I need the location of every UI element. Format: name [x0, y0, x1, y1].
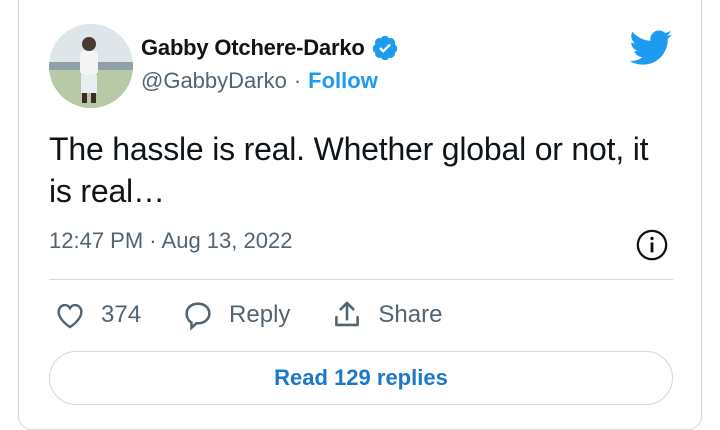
follow-button[interactable]: Follow — [308, 68, 378, 94]
tweet-time: 12:47 PM — [49, 228, 144, 253]
author-name-row: Gabby Otchere-Darko — [141, 34, 399, 62]
read-replies-button[interactable]: Read 129 replies — [49, 351, 673, 405]
timestamp-separator: · — [149, 228, 157, 253]
author-name[interactable]: Gabby Otchere-Darko — [141, 35, 365, 61]
handle-separator: · — [293, 68, 302, 93]
twitter-bird-icon[interactable] — [629, 30, 673, 66]
tweet-card: Gabby Otchere-Darko @GabbyDarko · Follow… — [18, 0, 702, 430]
like-button[interactable]: 374 — [53, 298, 141, 332]
tweet-actions: 374 Reply Share — [53, 298, 482, 332]
divider — [49, 279, 673, 280]
reply-label: Reply — [229, 301, 291, 328]
share-icon — [335, 301, 360, 327]
share-label: Share — [378, 301, 443, 328]
tweet-date: Aug 13, 2022 — [161, 228, 293, 253]
tweet-timestamp[interactable]: 12:47 PM · Aug 13, 2022 — [49, 228, 292, 254]
heart-icon — [57, 303, 83, 329]
verified-badge-icon — [371, 34, 399, 62]
reply-icon — [185, 302, 211, 331]
tweet-text: The hassle is real. Whether global or no… — [49, 131, 649, 209]
share-button[interactable]: Share — [330, 298, 442, 332]
avatar[interactable] — [49, 24, 133, 108]
author-handle-row: @GabbyDarko · Follow — [141, 68, 378, 94]
info-icon[interactable] — [635, 228, 669, 262]
reply-button[interactable]: Reply — [181, 298, 290, 332]
author-handle[interactable]: @GabbyDarko — [141, 68, 287, 94]
like-count: 374 — [101, 301, 142, 328]
